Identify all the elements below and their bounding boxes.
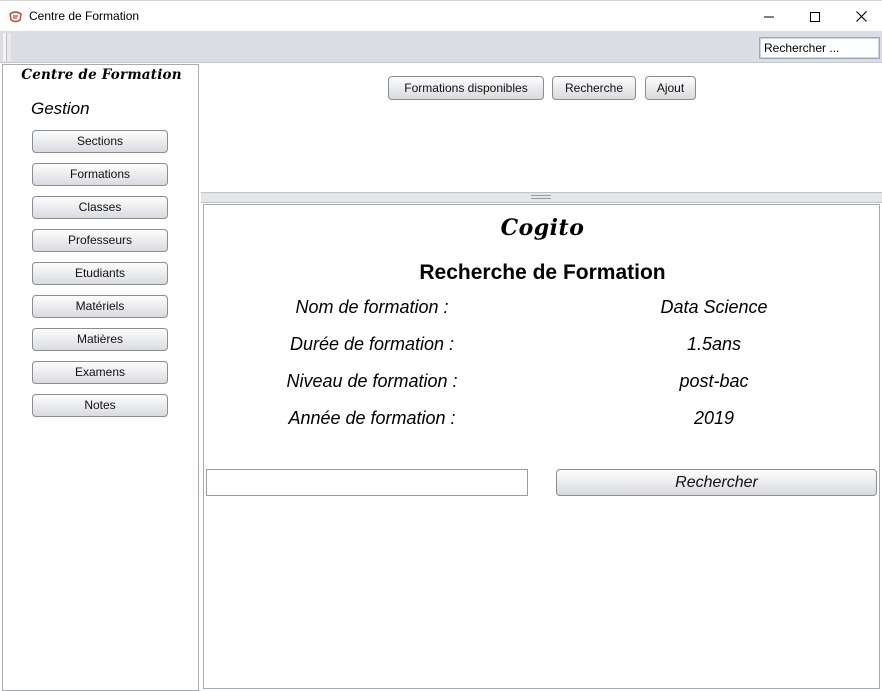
field-label-niveau: Niveau de formation : [286, 371, 458, 391]
sidebar-button-professeurs[interactable]: Professeurs [32, 229, 168, 252]
sidebar-heading: Gestion [31, 99, 90, 118]
sidebar-button-formations[interactable]: Formations [32, 163, 168, 186]
title-bar: Centre de Formation [0, 0, 882, 31]
window-title: Centre de Formation [29, 9, 140, 23]
toolbar-grip[interactable] [3, 33, 11, 61]
field-value-duree: 1.5ans [686, 334, 742, 354]
field-value-annee: 2019 [693, 408, 735, 428]
panel-brand: Cogito [500, 215, 585, 241]
sidebar-button-notes[interactable]: Notes [32, 394, 168, 417]
sidebar-button-classes[interactable]: Classes [32, 196, 168, 219]
formation-search-input[interactable] [206, 469, 528, 496]
minimize-button[interactable] [746, 1, 792, 32]
sidebar: Centre de Formation Gestion Sections For… [2, 64, 199, 691]
splitter-handle-icon[interactable] [531, 195, 551, 199]
sidebar-button-materiels[interactable]: Matériels [32, 295, 168, 318]
toolbar: Rechercher ... [0, 31, 882, 63]
field-label-nom: Nom de formation : [295, 297, 449, 317]
minimize-icon [764, 16, 774, 17]
app-icon [8, 9, 23, 24]
rechercher-button[interactable]: Rechercher [556, 469, 877, 496]
sidebar-button-matieres[interactable]: Matières [32, 328, 168, 351]
search-formation-panel: Cogito Recherche de Formation Nom de for… [203, 204, 880, 689]
maximize-icon [810, 11, 820, 22]
close-button[interactable] [838, 1, 882, 32]
top-nav-panel: Formations disponibles Recherche Ajout [201, 64, 882, 192]
sidebar-brand: Centre de Formation [21, 67, 182, 83]
field-value-nom: Data Science [660, 297, 768, 317]
sidebar-button-examens[interactable]: Examens [32, 361, 168, 384]
field-label-duree: Durée de formation : [289, 334, 455, 354]
close-icon [855, 11, 867, 22]
panel-splitter[interactable] [201, 192, 882, 203]
page-title: Recherche de Formation [419, 261, 666, 284]
field-label-annee: Année de formation : [288, 408, 456, 428]
sidebar-button-etudiants[interactable]: Etudiants [32, 262, 168, 285]
recherche-button[interactable]: Recherche [552, 76, 636, 100]
sidebar-button-sections[interactable]: Sections [32, 130, 168, 153]
field-value-niveau: post-bac [679, 371, 749, 391]
maximize-button[interactable] [792, 1, 838, 32]
global-search-input[interactable]: Rechercher ... [759, 37, 880, 59]
formations-disponibles-button[interactable]: Formations disponibles [388, 76, 544, 100]
ajout-button[interactable]: Ajout [645, 76, 696, 100]
